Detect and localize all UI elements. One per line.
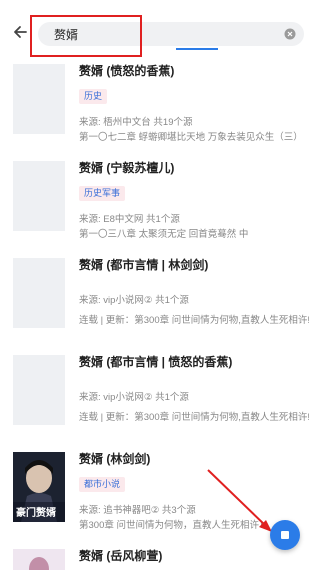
book-title: 赘婿 (都市言情 | 林剑剑) [79,258,209,272]
top-bar: 赘婿 [0,0,320,58]
category-tag: 历史 [79,89,108,104]
result-item[interactable]: 赘婿 (都市言情 | 林剑剑) 来源: vip小说网② 共1个源 连载 | 更新… [0,252,320,349]
arrow-left-icon[interactable] [10,22,30,42]
book-cover [13,64,65,134]
latest-chapter: 连载 | 更新：第300章 问世间情为何物,直教人生死相许! [79,412,309,423]
book-title: 赘婿 (宁毅苏檀儿) [79,161,175,175]
result-item[interactable]: 赘婿 (宁毅苏檀儿) 历史军事 来源: E8中文网 共1个源 第一〇三八章 太聚… [0,155,320,252]
annotation-highlight-box [30,15,142,57]
book-title: 赘婿 (岳风柳萱) [79,549,163,563]
book-cover-image [13,549,65,570]
book-source: 来源: vip小说网② 共1个源 [79,392,189,403]
stop-button[interactable] [270,520,300,550]
result-item[interactable]: 赘婿 (都市言情 | 愤怒的香蕉) 来源: vip小说网② 共1个源 连载 | … [0,349,320,446]
category-tag: 都市小说 [79,477,126,492]
result-item[interactable]: 赘婿 (岳风柳萱) [0,543,320,570]
book-cover-image: 豪门赘婿 [13,452,65,522]
book-source: 来源: 追书神器吧② 共3个源 [79,505,196,516]
book-source: 来源: vip小说网② 共1个源 [79,295,189,306]
clear-circle-icon[interactable] [284,28,296,40]
latest-chapter: 连载 | 更新：第300章 问世间情为何物,直教人生死相许! [79,315,309,326]
latest-chapter: 第一〇七二章 蜉蝣卿堪比天地 万象去装见众生（三） [79,132,303,143]
book-source: 来源: E8中文网 共1个源 [79,214,180,225]
search-results-list: 赘婿 (愤怒的香蕉) 历史 来源: 梧州中文台 共19个源 第一〇七二章 蜉蝣卿… [0,58,320,570]
result-item[interactable]: 赘婿 (愤怒的香蕉) 历史 来源: 梧州中文台 共19个源 第一〇七二章 蜉蝣卿… [0,58,320,155]
book-title: 赘婿 (都市言情 | 愤怒的香蕉) [79,355,233,369]
book-title: 赘婿 (林剑剑) [79,452,151,466]
book-cover [13,355,65,425]
book-cover [13,258,65,328]
cover-logo-text: 豪门赘婿 [16,508,56,519]
latest-chapter: 第一〇三八章 太聚须无定 回首竟蓦然 中 [79,229,249,240]
book-source: 来源: 梧州中文台 共19个源 [79,117,193,128]
tab-indicator [176,48,218,50]
stop-square-icon [281,531,289,539]
category-tag: 历史军事 [79,186,126,201]
book-title: 赘婿 (愤怒的香蕉) [79,64,175,78]
book-cover [13,161,65,231]
